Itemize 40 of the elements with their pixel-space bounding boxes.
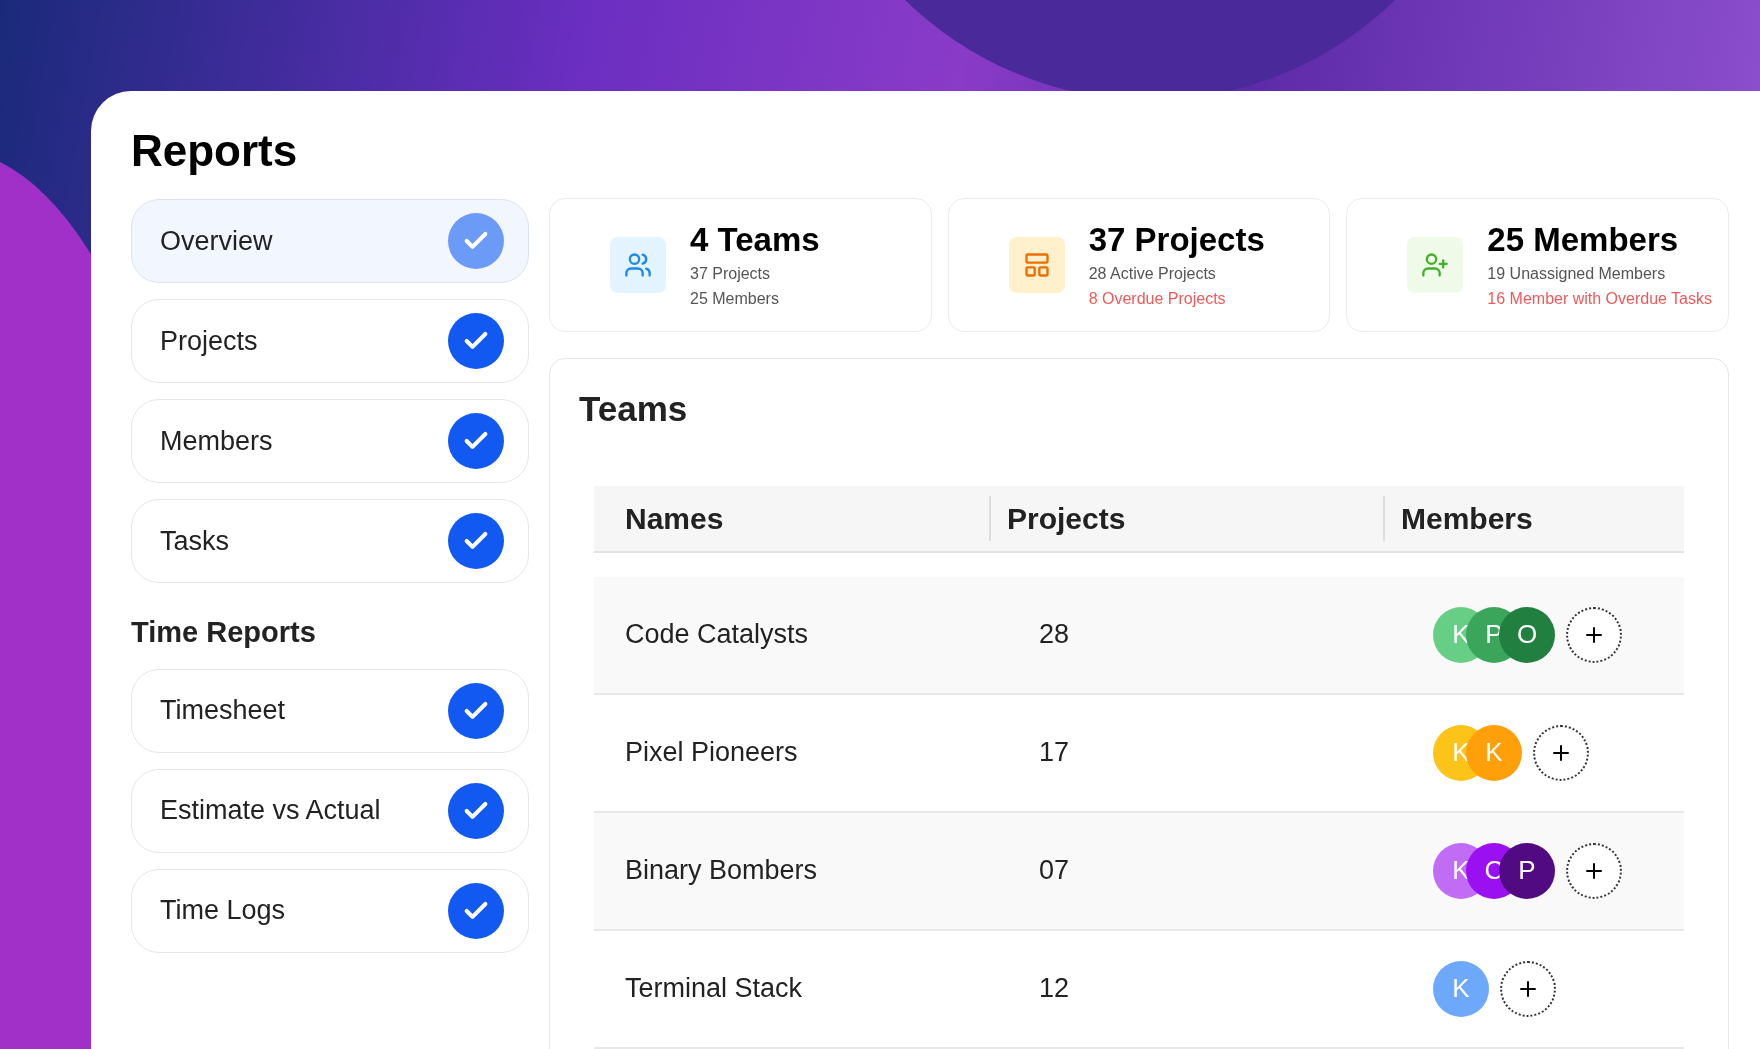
stat-title: 4 Teams (690, 220, 820, 261)
table-cell-text: 07 (1038, 854, 1071, 888)
table-cell-text: 28 (1038, 618, 1071, 652)
check-icon (448, 213, 504, 269)
check-icon (448, 513, 504, 569)
layout-icon (1008, 237, 1065, 293)
table-cell-text: Terminal Stack (624, 972, 804, 1006)
sidebar-item[interactable]: Tasks (131, 499, 529, 583)
check-icon (448, 313, 504, 369)
team-icon (610, 237, 666, 293)
table-cell-text: Binary Bombers (624, 854, 819, 888)
table-cell-text: Code Catalysts (624, 618, 810, 652)
stat-title: 25 Members (1487, 220, 1680, 261)
section-heading: Time Reports (131, 615, 317, 650)
sidebar-item[interactable]: Estimate vs Actual (131, 768, 529, 853)
sidebar-item[interactable]: Members (131, 399, 529, 483)
sidebar-item[interactable]: Timesheet (131, 668, 529, 753)
member-avatar: P (1499, 842, 1555, 899)
table-cell-text: 12 (1038, 972, 1071, 1006)
sidebar-item[interactable]: Time Logs (131, 868, 529, 953)
stat-detail: 19 Unassigned Members (1487, 263, 1667, 284)
sidebar-item[interactable]: Overview (131, 199, 529, 283)
stat-detail: 25 Members (690, 288, 780, 309)
page-title: Reports (131, 129, 299, 173)
stat-detail: 28 Active Projects (1088, 263, 1217, 284)
table-cell-text: 17 (1038, 736, 1071, 770)
member-avatar: K (1433, 960, 1489, 1017)
stat-detail: 37 Projects (690, 263, 772, 284)
column-header: Projects (989, 495, 1383, 541)
sidebar-item[interactable]: Projects (131, 299, 529, 383)
check-icon (448, 413, 504, 469)
column-header: Names (624, 500, 725, 537)
card-title: Teams (579, 388, 689, 430)
column-header: Members (1383, 495, 1684, 541)
user-add-icon (1407, 237, 1464, 293)
stat-detail: 8 Overdue Projects (1088, 288, 1227, 309)
table-cell-text: Pixel Pioneers (624, 736, 799, 770)
member-avatar: O (1499, 606, 1555, 663)
stat-detail: 16 Member with Overdue Tasks (1487, 288, 1712, 309)
stat-title: 37 Projects (1088, 220, 1265, 261)
